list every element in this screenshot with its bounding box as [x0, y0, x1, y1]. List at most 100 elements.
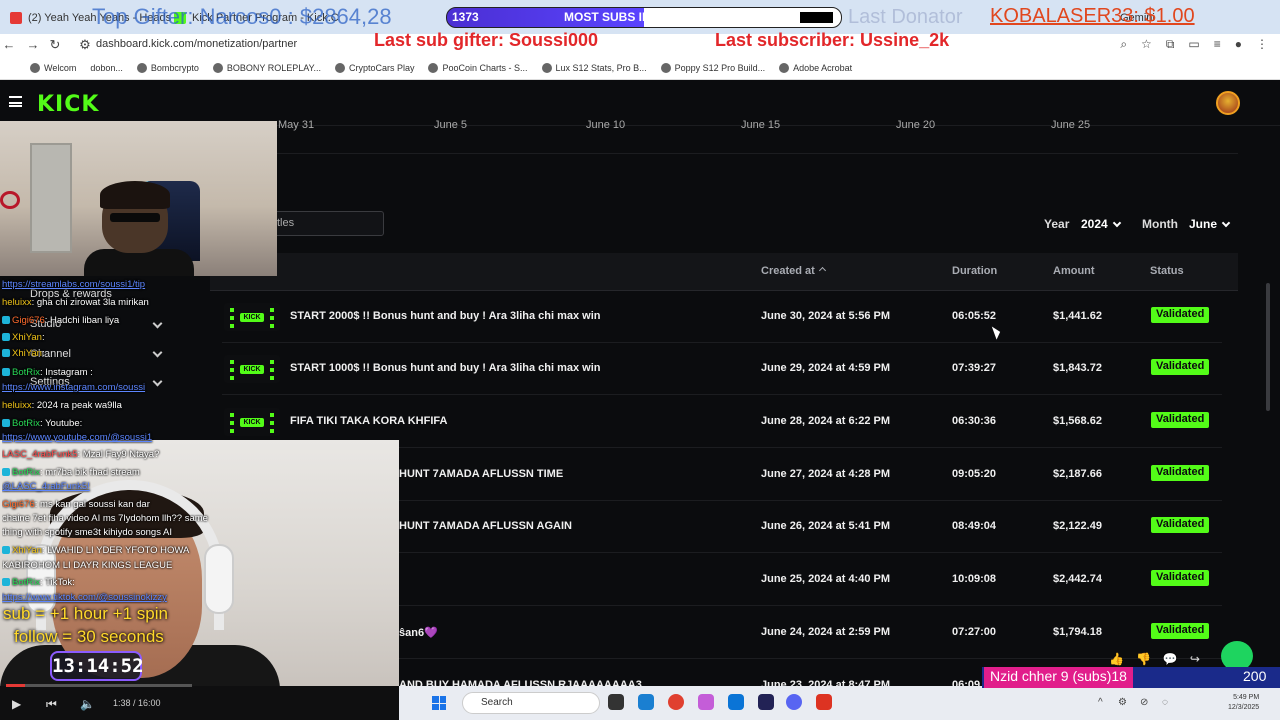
column-created-at[interactable]: Created at — [761, 265, 826, 277]
play-icon[interactable]: ▶ — [12, 697, 21, 711]
address-bar-row: ← → ↻ ⚙ dashboard.kick.com/monetization/… — [0, 34, 1280, 56]
comment-icon[interactable]: 💬 — [1163, 652, 1178, 666]
volume-icon[interactable]: 🔈 — [80, 697, 95, 711]
row-duration: 08:49:04 — [952, 520, 997, 532]
table-row[interactable]: KICK START 2000$ !! Bonus hunt and buy !… — [222, 291, 1222, 343]
overlay-last-donator: Last Donator — [848, 6, 963, 28]
bookmark-icon — [428, 62, 439, 73]
row-amount: $1,794.18 — [1053, 626, 1102, 638]
kick-logo[interactable]: KICK — [37, 92, 99, 117]
chat-message: KABIROHOM LI DAYR KINGS LEAGUE — [2, 560, 173, 571]
chat-message: heluixx: 2024 ra peak wa9lla — [2, 400, 122, 411]
zoom-icon[interactable]: ⌕ — [1120, 37, 1127, 52]
webcam-background-door — [30, 143, 72, 253]
bookmark-item[interactable]: Lux S12 Stats, Pro B... — [541, 62, 647, 73]
hamburger-menu-icon[interactable] — [9, 96, 22, 107]
windows-start-icon[interactable] — [432, 696, 446, 710]
table-row[interactable]: KICK START 1000$ !! Bonus hunt and buy !… — [222, 343, 1222, 395]
app-icon[interactable] — [758, 694, 774, 710]
bookmark-item[interactable]: dobon... — [90, 63, 123, 73]
overlay-last-donation: KOBALASER33: $1.00 — [990, 5, 1195, 27]
row-duration: 09:05:20 — [952, 468, 997, 480]
year-label: Year — [1044, 217, 1070, 231]
chat-message: heluixx: gha chi zirowat 3la mirikan — [2, 297, 149, 308]
chat-message: XhiYan: — [2, 331, 214, 345]
bookmark-item[interactable]: PooCoin Charts - S... — [428, 62, 528, 73]
chart-date-label: June 25 — [1051, 119, 1091, 131]
tray-chevron-icon[interactable]: ^ — [1098, 697, 1103, 708]
webcam-background-bike — [0, 191, 20, 209]
video-progress-track[interactable] — [6, 684, 192, 687]
month-select[interactable]: June — [1189, 217, 1231, 231]
row-duration: 06:30:36 — [952, 415, 997, 427]
row-title: START 2000$ !! Bonus hunt and buy ! Ara … — [290, 310, 601, 322]
year-select[interactable]: 2024 — [1081, 217, 1121, 231]
user-avatar[interactable] — [1216, 91, 1240, 115]
back-icon[interactable]: ← — [0, 36, 18, 54]
dislike-icon[interactable]: 👎 — [1136, 652, 1151, 666]
video-actions: 👍 👎 💬 ↪ — [1109, 652, 1200, 666]
stream-thumbnail: KICK — [224, 303, 280, 331]
chat-badge-icon — [2, 316, 10, 324]
taskbar-search[interactable]: Search — [462, 692, 600, 714]
reload-icon[interactable]: ↻ — [46, 36, 64, 54]
bookmark-item[interactable]: CryptoCars Play — [334, 62, 414, 73]
wifi-icon[interactable]: ◌ — [1162, 697, 1168, 708]
profile-icon[interactable]: ● — [1235, 37, 1242, 52]
row-amount: $1,568.62 — [1053, 415, 1102, 427]
subathon-timer: 13:14:52 — [50, 651, 144, 681]
bookmark-item[interactable]: Poppy S12 Pro Build... — [660, 62, 765, 73]
bookmark-star-icon[interactable]: ☆ — [1141, 37, 1152, 52]
chat-message: LASC_4rabFunk5: Mzal Fay9 Ntaya? — [2, 449, 160, 460]
like-icon[interactable]: 👍 — [1109, 652, 1124, 666]
cast-icon[interactable]: ▭ — [1188, 37, 1199, 52]
chart-date-label: June 20 — [896, 119, 936, 131]
chat-message: XhiYan: — [2, 347, 214, 361]
tray-app-icon[interactable]: ⚙ — [1118, 697, 1127, 708]
row-title: ŝan6💜 — [399, 627, 438, 639]
store-icon[interactable] — [728, 694, 744, 710]
page-scrollbar[interactable] — [1266, 283, 1270, 411]
previous-icon[interactable]: ⏮ — [46, 697, 57, 712]
share-icon[interactable]: ↪ — [1190, 652, 1200, 666]
file-explorer-icon[interactable] — [608, 694, 624, 710]
row-created: June 24, 2024 at 2:59 PM — [761, 626, 891, 638]
chat-message: BotRix: TikTok: — [2, 576, 214, 590]
chrome-icon[interactable] — [668, 694, 684, 710]
column-status[interactable]: Status — [1150, 265, 1184, 277]
discord-icon[interactable] — [786, 694, 802, 710]
forward-icon[interactable]: → — [24, 36, 42, 54]
column-amount[interactable]: Amount — [1053, 265, 1095, 277]
copilot-icon[interactable] — [698, 694, 714, 710]
status-badge: Validated — [1151, 570, 1210, 586]
bookmark-icon — [212, 62, 223, 73]
extensions-icon[interactable]: ⧉ — [1166, 37, 1175, 52]
status-badge: Validated — [1151, 517, 1210, 533]
edge-icon[interactable] — [638, 694, 654, 710]
webcam-person-sunglasses — [110, 213, 160, 222]
bookmark-item[interactable]: Bombcrypto — [136, 62, 199, 73]
overlay-sub-rule: sub = +1 hour +1 spin — [3, 604, 168, 623]
url-field[interactable]: dashboard.kick.com/monetization/partner — [96, 38, 297, 50]
chat-message: BotRix: mr7ba bik fhad stream — [2, 466, 214, 480]
more-icon[interactable]: ⋮ — [1256, 37, 1268, 52]
status-badge: Validated — [1151, 465, 1210, 481]
month-value: June — [1189, 217, 1218, 231]
system-clock[interactable]: 5:49 PM 12/3/2025 — [1228, 693, 1259, 713]
bookmark-item[interactable]: Welcom — [30, 62, 76, 73]
kick-thumbnail-logo: KICK — [240, 364, 264, 374]
tray-app-icon[interactable]: ⊘ — [1140, 697, 1148, 708]
menu-icon[interactable]: ≡ — [1214, 37, 1221, 52]
column-duration[interactable]: Duration — [952, 265, 997, 277]
chat-message: Gigi676: ms kan gal soussi kan dar — [2, 499, 150, 510]
chevron-down-icon — [1221, 218, 1231, 227]
row-amount: $2,122.49 — [1053, 520, 1102, 532]
chat-overlay: https://streamlabs.com/soussi1/tip helui… — [0, 278, 215, 608]
chat-message: https://www.instagram.com/soussi — [2, 382, 146, 393]
obs-icon[interactable] — [816, 694, 832, 710]
bookmark-item[interactable]: BOBONY ROLEPLAY... — [212, 62, 321, 73]
bookmark-item[interactable]: Adobe Acrobat — [779, 62, 852, 73]
site-info-icon[interactable]: ⚙ — [76, 36, 94, 54]
status-badge: Validated — [1151, 412, 1210, 428]
chart-date-label: May 31 — [278, 119, 315, 131]
